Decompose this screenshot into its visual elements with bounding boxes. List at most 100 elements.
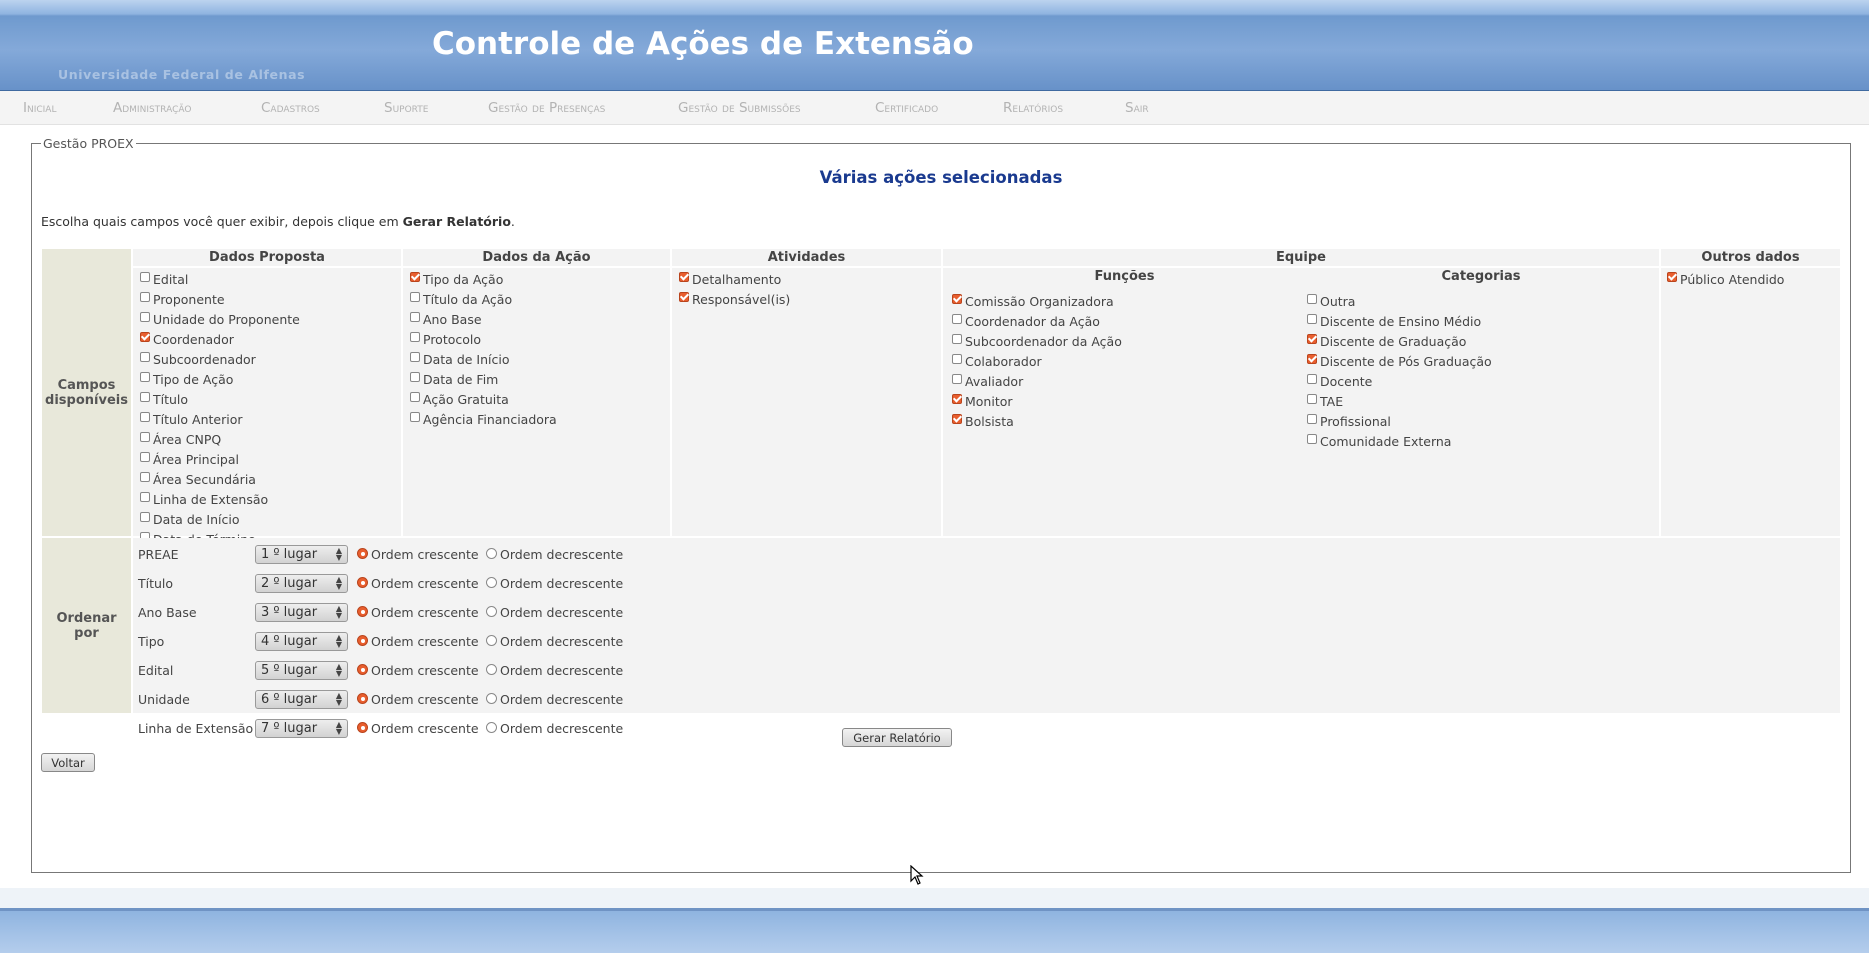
funcoes-option[interactable]: Subcoordenador da Ação (952, 332, 1122, 350)
checkbox[interactable] (410, 392, 420, 402)
checkbox[interactable] (1307, 354, 1317, 364)
order-asc-radio[interactable]: Ordem crescente (357, 605, 479, 620)
funcoes-option[interactable]: Comissão Organizadora (952, 292, 1114, 310)
dados-proposta-option[interactable]: Coordenador (140, 330, 234, 348)
dados-proposta-option[interactable]: Subcoordenador (140, 350, 256, 368)
order-position-select[interactable]: 7 º lugar ▲ ▼ (255, 719, 348, 738)
order-asc-radio[interactable]: Ordem crescente (357, 721, 479, 736)
dados-acao-option[interactable]: Título da Ação (410, 290, 512, 308)
order-desc-radio[interactable]: Ordem decrescente (486, 692, 623, 707)
radio-button[interactable] (486, 606, 497, 617)
checkbox[interactable] (1307, 414, 1317, 424)
checkbox[interactable] (410, 372, 420, 382)
radio-button[interactable] (486, 722, 497, 733)
order-desc-radio[interactable]: Ordem decrescente (486, 576, 623, 591)
checkbox[interactable] (952, 354, 962, 364)
checkbox[interactable] (952, 314, 962, 324)
categorias-option[interactable]: Profissional (1307, 412, 1391, 430)
categorias-option[interactable]: TAE (1307, 392, 1343, 410)
dados-proposta-option[interactable]: Edital (140, 270, 188, 288)
checkbox[interactable] (679, 272, 689, 282)
checkbox[interactable] (1307, 374, 1317, 384)
order-position-select[interactable]: 2 º lugar ▲ ▼ (255, 574, 348, 593)
checkbox[interactable] (1307, 314, 1317, 324)
radio-button[interactable] (486, 635, 497, 646)
order-asc-radio[interactable]: Ordem crescente (357, 634, 479, 649)
order-asc-radio[interactable]: Ordem crescente (357, 576, 479, 591)
checkbox[interactable] (140, 512, 150, 522)
radio-button[interactable] (357, 577, 368, 588)
funcoes-option[interactable]: Coordenador da Ação (952, 312, 1100, 330)
radio-button[interactable] (486, 693, 497, 704)
checkbox[interactable] (410, 312, 420, 322)
checkbox[interactable] (1307, 334, 1317, 344)
dados-proposta-option[interactable]: Área Secundária (140, 470, 256, 488)
dados-acao-option[interactable]: Ação Gratuita (410, 390, 509, 408)
radio-button[interactable] (486, 548, 497, 559)
checkbox[interactable] (679, 292, 689, 302)
order-desc-radio[interactable]: Ordem decrescente (486, 634, 623, 649)
radio-button[interactable] (357, 693, 368, 704)
checkbox[interactable] (140, 492, 150, 502)
dados-proposta-option[interactable]: Proponente (140, 290, 225, 308)
checkbox[interactable] (140, 432, 150, 442)
dados-proposta-option[interactable]: Área Principal (140, 450, 239, 468)
radio-button[interactable] (357, 722, 368, 733)
menu-administracao[interactable]: Administração (113, 100, 191, 116)
checkbox[interactable] (952, 394, 962, 404)
checkbox[interactable] (952, 334, 962, 344)
checkbox[interactable] (410, 332, 420, 342)
menu-gestao-submissoes[interactable]: Gestão de Submissões (678, 100, 801, 116)
dados-proposta-option[interactable]: Data de Início (140, 510, 240, 528)
order-position-select[interactable]: 3 º lugar ▲ ▼ (255, 603, 348, 622)
menu-cadastros[interactable]: Cadastros (261, 100, 320, 116)
funcoes-option[interactable]: Avaliador (952, 372, 1023, 390)
radio-button[interactable] (357, 664, 368, 675)
dados-proposta-option[interactable]: Título (140, 390, 188, 408)
gerar-relatorio-button[interactable]: Gerar Relatório (842, 728, 952, 747)
categorias-option[interactable]: Discente de Graduação (1307, 332, 1466, 350)
dados-proposta-option[interactable]: Linha de Extensão (140, 490, 268, 508)
checkbox[interactable] (952, 294, 962, 304)
order-position-select[interactable]: 1 º lugar ▲ ▼ (255, 545, 348, 564)
checkbox[interactable] (952, 374, 962, 384)
checkbox[interactable] (410, 272, 420, 282)
funcoes-option[interactable]: Monitor (952, 392, 1013, 410)
checkbox[interactable] (1667, 272, 1677, 282)
order-desc-radio[interactable]: Ordem decrescente (486, 547, 623, 562)
checkbox[interactable] (140, 292, 150, 302)
dados-acao-option[interactable]: Data de Fim (410, 370, 498, 388)
radio-button[interactable] (486, 664, 497, 675)
dados-proposta-option[interactable]: Título Anterior (140, 410, 243, 428)
radio-button[interactable] (486, 577, 497, 588)
categorias-option[interactable]: Discente de Pós Graduação (1307, 352, 1492, 370)
categorias-option[interactable]: Outra (1307, 292, 1355, 310)
dados-acao-option[interactable]: Ano Base (410, 310, 482, 328)
radio-button[interactable] (357, 548, 368, 559)
voltar-button[interactable]: Voltar (41, 753, 95, 772)
order-desc-radio[interactable]: Ordem decrescente (486, 605, 623, 620)
dados-acao-option[interactable]: Agência Financiadora (410, 410, 557, 428)
atividades-option[interactable]: Responsável(is) (679, 290, 790, 308)
checkbox[interactable] (1307, 434, 1317, 444)
dados-acao-option[interactable]: Tipo da Ação (410, 270, 503, 288)
dados-acao-option[interactable]: Data de Início (410, 350, 510, 368)
checkbox[interactable] (140, 312, 150, 322)
checkbox[interactable] (1307, 294, 1317, 304)
checkbox[interactable] (410, 352, 420, 362)
radio-button[interactable] (357, 635, 368, 646)
checkbox[interactable] (140, 452, 150, 462)
checkbox[interactable] (1307, 394, 1317, 404)
outros-dados-option[interactable]: Público Atendido (1667, 270, 1784, 288)
dados-proposta-option[interactable]: Área CNPQ (140, 430, 221, 448)
categorias-option[interactable]: Docente (1307, 372, 1372, 390)
checkbox[interactable] (140, 332, 150, 342)
menu-relatorios[interactable]: Relatórios (1003, 100, 1063, 116)
checkbox[interactable] (140, 272, 150, 282)
menu-gestao-presencas[interactable]: Gestão de Presenças (488, 100, 605, 116)
checkbox[interactable] (140, 372, 150, 382)
checkbox[interactable] (140, 412, 150, 422)
checkbox[interactable] (140, 472, 150, 482)
checkbox[interactable] (140, 392, 150, 402)
order-position-select[interactable]: 6 º lugar ▲ ▼ (255, 690, 348, 709)
